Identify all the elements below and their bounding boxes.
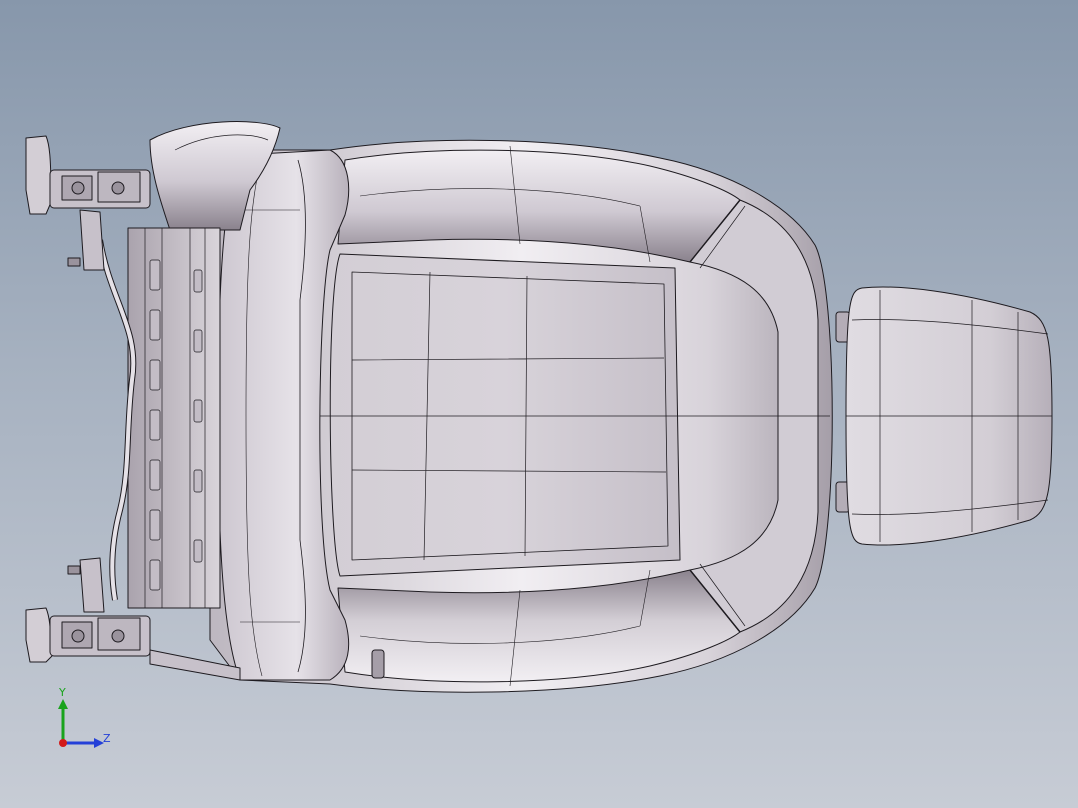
cad-viewport[interactable]: Y Z	[0, 0, 1078, 808]
headrest	[835, 286, 1053, 546]
y-axis-label: Y	[59, 686, 66, 699]
seat-frame	[97, 227, 221, 609]
z-axis-label: Z	[103, 732, 111, 745]
y-axis-arrow	[58, 699, 68, 709]
seat-model[interactable]	[0, 0, 1078, 808]
x-axis-dot	[59, 739, 67, 747]
